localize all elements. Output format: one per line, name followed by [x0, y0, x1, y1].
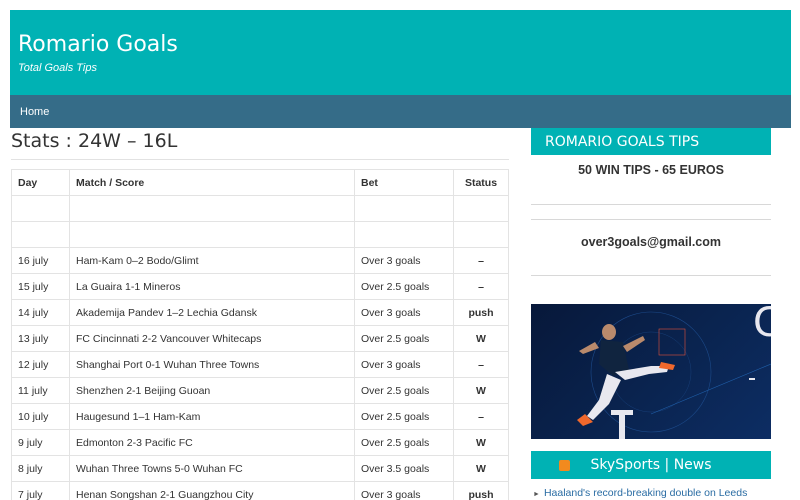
- skysports-title-text: SkySports | News: [590, 457, 712, 473]
- table-row: [11, 195, 509, 222]
- cell-status: [453, 195, 509, 222]
- cell-bet: [354, 221, 454, 248]
- cell-status: W: [453, 377, 509, 404]
- cell-status: push: [453, 481, 509, 500]
- promo-banner-image: C: [531, 304, 771, 439]
- tips-table: Day Match / Score Bet Status 16 july Ham-…: [11, 169, 509, 500]
- table-row: 12 july Shanghai Port 0-1 Wuhan Three Tow…: [11, 351, 509, 378]
- widget-title: ROMARIO GOALS TIPS: [531, 128, 771, 155]
- cell-status: push: [453, 299, 509, 326]
- cell-status: W: [453, 429, 509, 456]
- cell-status: –: [453, 273, 509, 300]
- cell-day: 10 july: [11, 403, 70, 430]
- table-header-row: Day Match / Score Bet Status: [11, 169, 509, 196]
- cell-status: [453, 221, 509, 248]
- cell-match: Shenzhen 2-1 Beijing Guoan: [69, 377, 355, 404]
- table-body: 16 july Ham-Kam 0–2 Bodo/Glimt Over 3 goal…: [11, 195, 509, 500]
- cell-status: –: [453, 247, 509, 274]
- site-header: Romario Goals Total Goals Tips: [10, 10, 791, 95]
- cell-match: Ham-Kam 0–2 Bodo/Glimt: [69, 247, 355, 274]
- cell-match: La Guaira 1-1 Mineros: [69, 273, 355, 300]
- cell-day: 11 july: [11, 377, 70, 404]
- cell-status: W: [453, 455, 509, 482]
- cell-day: [11, 221, 70, 248]
- cell-bet: Over 2.5 goals: [354, 429, 454, 456]
- nav-bar: Home: [10, 95, 791, 128]
- cell-status: –: [453, 351, 509, 378]
- table-row: 16 july Ham-Kam 0–2 Bodo/Glimt Over 3 goal…: [11, 247, 509, 274]
- table-row: 8 july Wuhan Three Towns 5-0 Wuhan FC Over…: [11, 455, 509, 482]
- cell-bet: Over 3 goals: [354, 351, 454, 378]
- table-row: 14 july Akademija Pandev 1–2 Lechia Gdans…: [11, 299, 509, 326]
- cell-match: [69, 195, 355, 222]
- cell-day: 16 july: [11, 247, 70, 274]
- cell-match: FC Cincinnati 2-2 Vancouver Whitecaps: [69, 325, 355, 352]
- table-row: 11 july Shenzhen 2-1 Beijing Guoan Over 2.…: [11, 377, 509, 404]
- cell-match: Henan Songshan 2-1 Guangzhou City: [69, 481, 355, 500]
- svg-text:C: C: [753, 304, 771, 346]
- cell-bet: [354, 195, 454, 222]
- cell-status: –: [453, 403, 509, 430]
- main-content: Stats : 24W – 16L Day Match / Score Bet …: [11, 130, 509, 500]
- stats-heading: Stats : 24W – 16L: [11, 130, 509, 160]
- column-header-status: Status: [453, 169, 509, 196]
- site-description: Total Goals Tips: [18, 62, 97, 74]
- cell-day: 13 july: [11, 325, 70, 352]
- cell-day: 7 july: [11, 481, 70, 500]
- cell-match: Edmonton 2-3 Pacific FC: [69, 429, 355, 456]
- rss-icon[interactable]: [559, 460, 570, 471]
- cell-day: [11, 195, 70, 222]
- news-list: ► Haaland's record-breaking double on Lee…: [531, 487, 771, 500]
- contact-email: over3goals@gmail.com: [531, 219, 771, 276]
- cell-day: 12 july: [11, 351, 70, 378]
- cell-bet: Over 2.5 goals: [354, 403, 454, 430]
- cell-bet: Over 2.5 goals: [354, 273, 454, 300]
- cell-status: W: [453, 325, 509, 352]
- cell-match: Wuhan Three Towns 5-0 Wuhan FC: [69, 455, 355, 482]
- cell-match: [69, 221, 355, 248]
- table-row: 13 july FC Cincinnati 2-2 Vancouver White…: [11, 325, 509, 352]
- cell-bet: Over 3 goals: [354, 299, 454, 326]
- table-row: [11, 221, 509, 248]
- cell-match: Haugesund 1–1 Ham-Kam: [69, 403, 355, 430]
- cell-match: Shanghai Port 0-1 Wuhan Three Towns: [69, 351, 355, 378]
- promo-text: 50 WIN TIPS - 65 EUROS: [531, 155, 771, 205]
- site-title[interactable]: Romario Goals: [18, 32, 783, 57]
- cell-day: 14 july: [11, 299, 70, 326]
- bullet-icon: ►: [533, 491, 540, 498]
- column-header-match: Match / Score: [69, 169, 355, 196]
- cell-bet: Over 3 goals: [354, 247, 454, 274]
- sidebar: ROMARIO GOALS TIPS 50 WIN TIPS - 65 EURO…: [531, 128, 771, 500]
- cell-day: 9 july: [11, 429, 70, 456]
- table-row: 10 july Haugesund 1–1 Ham-Kam Over 2.5 goa…: [11, 403, 509, 430]
- skysports-title[interactable]: SkySports | News: [531, 451, 771, 479]
- cell-day: 15 july: [11, 273, 70, 300]
- nav-home-link[interactable]: Home: [20, 106, 49, 118]
- news-item-text[interactable]: Haaland's record-breaking double on Leed…: [533, 487, 747, 500]
- column-header-day: Day: [11, 169, 70, 196]
- cell-bet: Over 2.5 goals: [354, 377, 454, 404]
- cell-bet: Over 3 goals: [354, 481, 454, 500]
- column-header-bet: Bet: [354, 169, 454, 196]
- cell-match: Akademija Pandev 1–2 Lechia Gdansk: [69, 299, 355, 326]
- banner-illustration: C: [577, 304, 771, 439]
- news-item[interactable]: ► Haaland's record-breaking double on Lee…: [533, 487, 771, 500]
- table-row: 7 july Henan Songshan 2-1 Guangzhou City O…: [11, 481, 509, 500]
- cell-day: 8 july: [11, 455, 70, 482]
- table-row: 15 july La Guaira 1-1 Mineros Over 2.5 goa…: [11, 273, 509, 300]
- table-row: 9 july Edmonton 2-3 Pacific FC Over 2.5 go…: [11, 429, 509, 456]
- cell-bet: Over 3.5 goals: [354, 455, 454, 482]
- cell-bet: Over 2.5 goals: [354, 325, 454, 352]
